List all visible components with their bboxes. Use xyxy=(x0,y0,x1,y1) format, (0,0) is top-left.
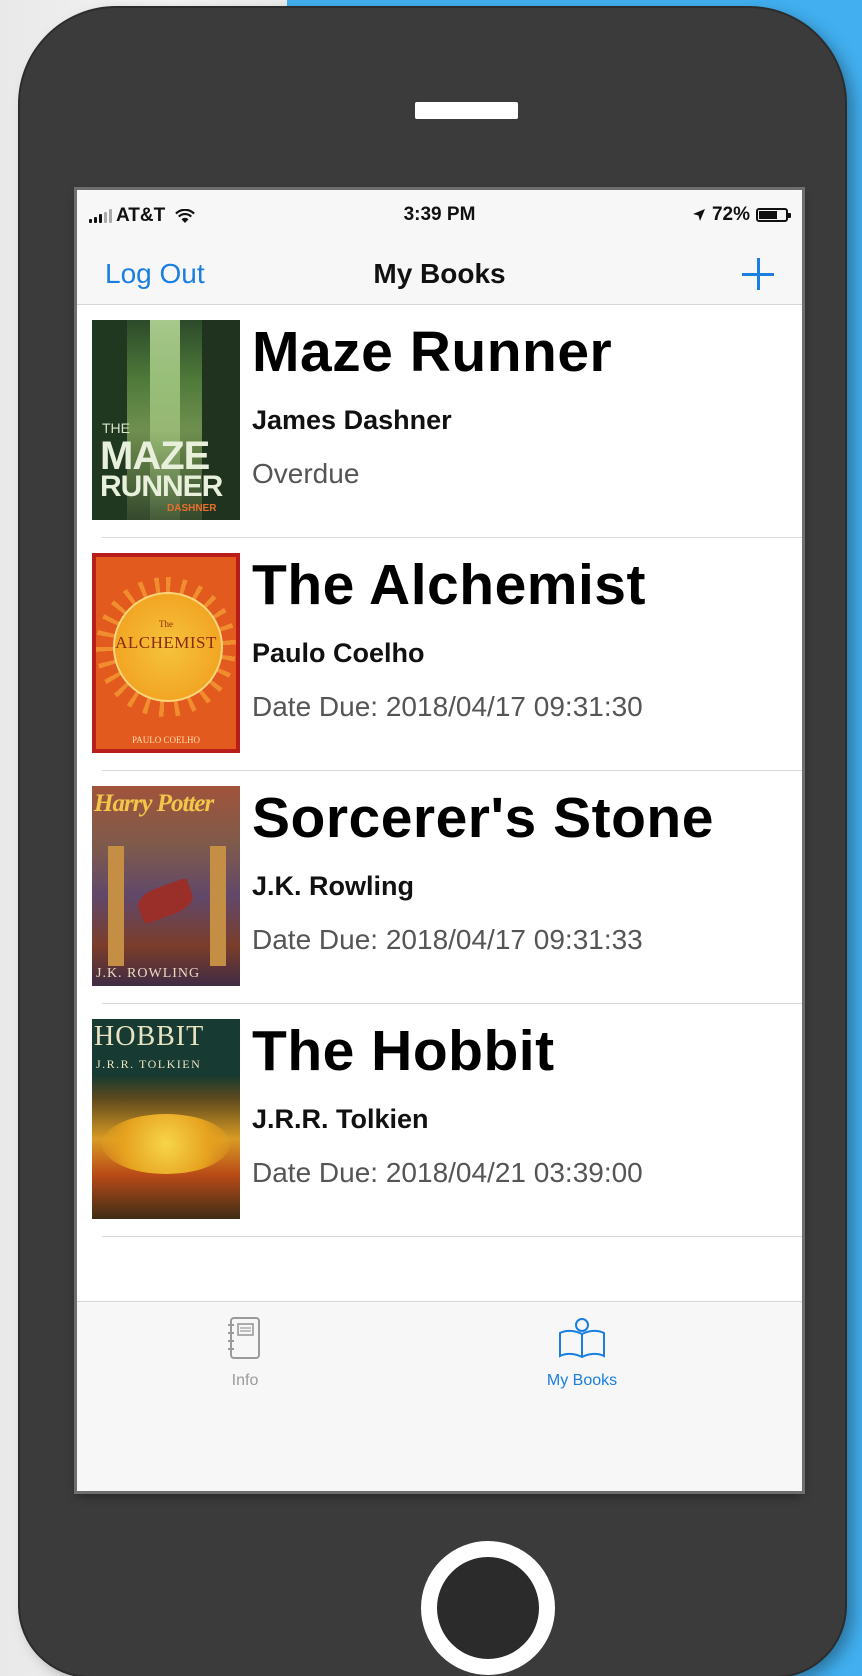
book-cover-sorcerers-stone: Harry Potter J.K. ROWLING xyxy=(92,786,240,986)
book-title: The Alchemist xyxy=(252,553,646,617)
book-status: Date Due: 2018/04/17 09:31:30 xyxy=(252,691,643,722)
book-author: Paulo Coelho xyxy=(252,638,425,668)
book-row-the-alchemist[interactable]: The ALCHEMIST PAULO COELHO The Alchemist… xyxy=(77,538,802,771)
book-cover-maze-runner: THE MAZE RUNNER DASHNER xyxy=(92,320,240,520)
home-button[interactable] xyxy=(421,1541,555,1675)
book-cover-the-hobbit: HOBBIT J.R.R. TOLKIEN xyxy=(92,1019,240,1219)
battery-percent: 72% xyxy=(711,204,750,225)
tab-my-books[interactable]: My Books xyxy=(482,1316,682,1390)
tab-my-books-label: My Books xyxy=(546,1372,618,1389)
battery-icon xyxy=(756,208,791,222)
tab-bar: Info My Books xyxy=(77,1301,802,1491)
battery-fill xyxy=(759,211,777,219)
status-bar: AT&T 3:39 PM 72% xyxy=(77,190,802,240)
book-author: J.K. Rowling xyxy=(252,871,414,901)
status-right: 72% xyxy=(692,204,791,226)
page-title: My Books xyxy=(373,258,506,289)
book-title: Sorcerer's Stone xyxy=(252,786,714,850)
open-book-icon xyxy=(559,1318,605,1359)
book-list: THE MAZE RUNNER DASHNER Maze Runner Jame… xyxy=(77,305,802,1237)
book-status: Date Due: 2018/04/21 03:39:00 xyxy=(252,1157,643,1188)
book-status: Date Due: 2018/04/17 09:31:33 xyxy=(252,924,643,955)
add-book-button[interactable] xyxy=(742,258,774,290)
app-screen: AT&T 3:39 PM 72% Log Out My Books THE MA… xyxy=(77,190,802,1491)
book-cover-the-alchemist: The ALCHEMIST PAULO COELHO xyxy=(92,553,240,753)
location-arrow-icon xyxy=(692,209,705,221)
book-row-sorcerers-stone[interactable]: Harry Potter J.K. ROWLING Sorcerer's Sto… xyxy=(77,771,802,1004)
tab-info-label: Info xyxy=(231,1372,259,1389)
tab-info[interactable]: Info xyxy=(145,1316,345,1390)
book-author: James Dashner xyxy=(252,405,452,435)
phone-speaker xyxy=(415,102,518,119)
book-row-the-hobbit[interactable]: HOBBIT J.R.R. TOLKIEN The Hobbit J.R.R. … xyxy=(77,1004,802,1237)
book-row-maze-runner[interactable]: THE MAZE RUNNER DASHNER Maze Runner Jame… xyxy=(77,305,802,538)
book-author: J.R.R. Tolkien xyxy=(252,1104,429,1134)
book-title: Maze Runner xyxy=(252,320,613,384)
notebook-icon xyxy=(228,1317,260,1359)
book-title: The Hobbit xyxy=(252,1019,555,1083)
navigation-bar: Log Out My Books xyxy=(77,240,802,305)
book-status: Overdue xyxy=(252,458,360,489)
